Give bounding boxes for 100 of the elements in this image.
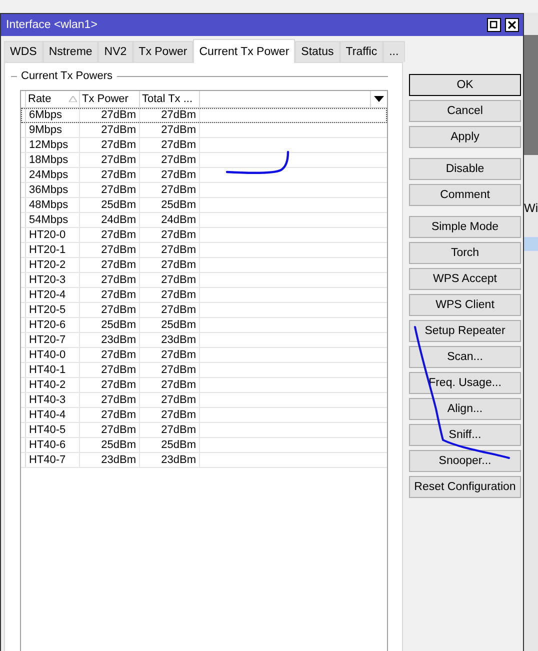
table-cell: 27dBm	[140, 288, 200, 302]
selected-row	[524, 237, 538, 251]
table-cell: HT40-7	[26, 453, 80, 467]
table-cell: 48Mbps	[26, 198, 80, 212]
table-cell: HT40-0	[26, 348, 80, 362]
dropdown-icon[interactable]	[374, 96, 384, 102]
table-cell: 25dBm	[140, 438, 200, 452]
column-header[interactable]: Rate	[26, 91, 80, 107]
close-icon[interactable]	[505, 18, 519, 32]
table-cell: 27dBm	[80, 243, 140, 257]
button[interactable]: Snooper...	[409, 450, 521, 472]
tab[interactable]: NV2	[98, 41, 133, 62]
table-cell: 25dBm	[140, 318, 200, 332]
table-cell: HT20-0	[26, 228, 80, 242]
table-cell: 27dBm	[80, 153, 140, 167]
table-cell: 27dBm	[140, 168, 200, 182]
table-cell: 27dBm	[140, 393, 200, 407]
table-cell: 27dBm	[80, 303, 140, 317]
table-cell: 27dBm	[80, 168, 140, 182]
table-cell: HT20-1	[26, 243, 80, 257]
table-cell: 9Mbps	[26, 123, 80, 137]
tab[interactable]: Traffic	[340, 41, 384, 62]
table-cell: HT40-5	[26, 423, 80, 437]
table-cell: 27dBm	[80, 108, 140, 122]
table-cell: 27dBm	[80, 228, 140, 242]
table-cell: 27dBm	[80, 138, 140, 152]
button[interactable]: Setup Repeater	[409, 320, 521, 342]
table-cell: 27dBm	[140, 123, 200, 137]
tab[interactable]: Nstreme	[42, 41, 98, 62]
button[interactable]: Freq. Usage...	[409, 372, 521, 394]
table-cell: HT40-2	[26, 378, 80, 392]
table-cell: 27dBm	[80, 393, 140, 407]
button[interactable]: Comment	[409, 184, 521, 206]
table-cell: 27dBm	[140, 363, 200, 377]
tab[interactable]: Status	[295, 41, 340, 62]
table-cell: 25dBm	[80, 438, 140, 452]
column-header[interactable]: Tx Power	[80, 91, 140, 107]
table-cell: 27dBm	[140, 108, 200, 122]
table-cell: 27dBm	[80, 273, 140, 287]
table-cell: 25dBm	[80, 318, 140, 332]
group-title: Current Tx Powers	[21, 70, 112, 82]
table-cell: 27dBm	[140, 408, 200, 422]
table-cell: 27dBm	[140, 153, 200, 167]
table-cell: 6Mbps	[26, 108, 80, 122]
table-cell: 24dBm	[80, 213, 140, 227]
table-cell: 24Mbps	[26, 168, 80, 182]
button[interactable]: Scan...	[409, 346, 521, 368]
tab[interactable]: WDS	[4, 41, 43, 62]
table-cell: 27dBm	[140, 348, 200, 362]
table-cell: 27dBm	[80, 363, 140, 377]
restore-icon[interactable]	[487, 18, 501, 32]
tab[interactable]: ...	[383, 41, 405, 62]
table-cell: 27dBm	[140, 303, 200, 317]
button[interactable]: Apply	[409, 126, 521, 148]
button[interactable]: WPS Accept	[409, 268, 521, 290]
sort-icon	[69, 96, 77, 102]
table-cell: HT40-3	[26, 393, 80, 407]
table-cell: 54Mbps	[26, 213, 80, 227]
table-cell: 27dBm	[140, 423, 200, 437]
table-cell: 25dBm	[80, 198, 140, 212]
table-cell: 27dBm	[80, 288, 140, 302]
column-header[interactable]: Total Tx ...	[140, 91, 200, 107]
table-cell: HT40-4	[26, 408, 80, 422]
table-cell: 27dBm	[80, 348, 140, 362]
button[interactable]: Simple Mode	[409, 216, 521, 238]
table-cell: 27dBm	[140, 228, 200, 242]
table-cell: HT20-3	[26, 273, 80, 287]
table-cell: HT20-6	[26, 318, 80, 332]
table-cell: 12Mbps	[26, 138, 80, 152]
table-cell: 23dBm	[140, 333, 200, 347]
table-cell: 27dBm	[140, 273, 200, 287]
table-cell: HT20-7	[26, 333, 80, 347]
table-cell: 27dBm	[140, 183, 200, 197]
table-cell: 23dBm	[80, 333, 140, 347]
table-cell: 23dBm	[80, 453, 140, 467]
button[interactable]: Sniff...	[409, 424, 521, 446]
table-cell: HT40-1	[26, 363, 80, 377]
table-cell: 27dBm	[80, 408, 140, 422]
button[interactable]: WPS Client	[409, 294, 521, 316]
table-cell: 27dBm	[80, 183, 140, 197]
button[interactable]: Align...	[409, 398, 521, 420]
table-cell: 27dBm	[140, 243, 200, 257]
table-cell: 24dBm	[140, 213, 200, 227]
button[interactable]: Torch	[409, 242, 521, 264]
tab[interactable]: Tx Power	[132, 41, 194, 62]
table-cell: 36Mbps	[26, 183, 80, 197]
table-cell: 27dBm	[80, 423, 140, 437]
table-cell: 27dBm	[80, 378, 140, 392]
button[interactable]: Cancel	[409, 100, 521, 122]
table-cell: 27dBm	[140, 258, 200, 272]
table-cell: 18Mbps	[26, 153, 80, 167]
pen-stroke	[225, 150, 291, 176]
button[interactable]: OK	[409, 74, 521, 96]
table-cell: 27dBm	[80, 258, 140, 272]
window-text: Wi	[524, 201, 538, 215]
window-title: Interface <wlan1>	[6, 19, 98, 31]
button[interactable]: Disable	[409, 158, 521, 180]
tab[interactable]: Current Tx Power	[193, 39, 296, 63]
table-cell: 27dBm	[140, 378, 200, 392]
button[interactable]: Reset Configuration	[409, 476, 521, 498]
